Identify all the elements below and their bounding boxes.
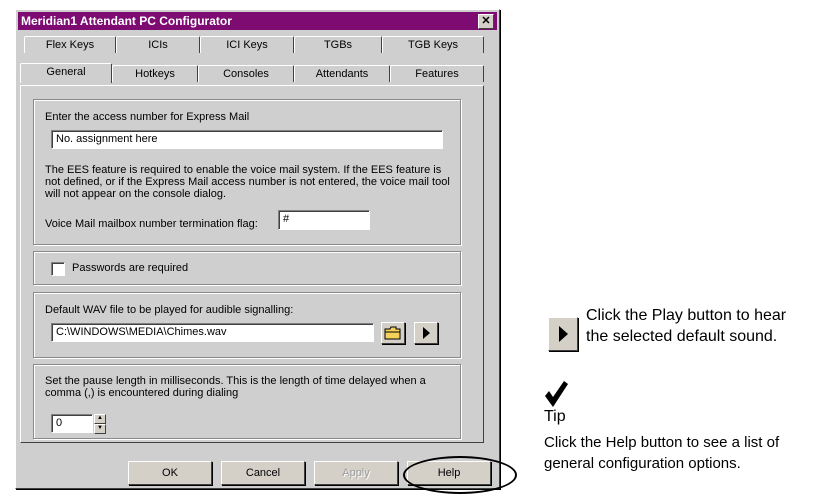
passwords-checkbox[interactable]: [51, 262, 65, 276]
tab-label: Hotkeys: [135, 68, 175, 80]
tab-tgbs[interactable]: TGBs: [294, 36, 382, 53]
play-instruction-line-1: Click the Play button to hear: [586, 307, 787, 324]
spin-up-icon: ▲: [97, 415, 103, 421]
tab-label: ICIs: [148, 39, 168, 51]
tab-label: TGBs: [323, 39, 353, 51]
title-bar: Meridian1 Attendant PC Configurator ✕: [18, 12, 497, 30]
play-button[interactable]: [414, 322, 438, 344]
tab-ici-keys[interactable]: ICI Keys: [200, 36, 294, 53]
help-instruction: Click the Help button to see a list of g…: [544, 432, 779, 474]
wav-label: Default WAV file to be played for audibl…: [45, 304, 294, 316]
express-mail-label: Enter the access number for Express Mail: [45, 111, 250, 123]
play-instruction: Click the Play button to hear the select…: [586, 305, 786, 347]
passwords-label: Passwords are required: [72, 262, 189, 274]
ees-note: The EES feature is required to enable th…: [45, 164, 450, 200]
tab-attendants[interactable]: Attendants: [294, 65, 390, 82]
tab-label: TGB Keys: [407, 39, 459, 51]
close-button[interactable]: ✕: [478, 14, 494, 29]
pause-spin-up[interactable]: ▲: [94, 414, 106, 424]
termination-flag-input[interactable]: #: [278, 210, 370, 230]
cancel-button[interactable]: Cancel: [221, 461, 305, 485]
dialog-title: Meridian1 Attendant PC Configurator: [21, 14, 232, 28]
tip-label: Tip: [544, 408, 566, 425]
tab-icis[interactable]: ICIs: [116, 36, 200, 53]
help-instruction-line-2: general configuration options.: [544, 455, 741, 472]
checkmark-icon: [545, 381, 568, 407]
help-instruction-line-1: Click the Help button to see a list of: [544, 434, 780, 451]
tab-label: Attendants: [315, 68, 369, 80]
pause-length-input[interactable]: 0: [51, 414, 93, 433]
wav-file-input[interactable]: C:\WINDOWS\MEDIA\Chimes.wav: [51, 323, 374, 342]
play-icon: [423, 327, 430, 339]
close-icon: ✕: [481, 15, 491, 27]
apply-button[interactable]: Apply: [314, 461, 398, 485]
tab-label: General: [46, 66, 86, 78]
tab-general[interactable]: General: [20, 63, 112, 83]
play-instruction-line-2: the selected default sound.: [586, 328, 778, 345]
termination-flag-label: Voice Mail mailbox number termination fl…: [45, 218, 258, 230]
pause-spin-down[interactable]: ▼: [94, 424, 106, 434]
browse-button[interactable]: [381, 322, 405, 344]
play-icon: [559, 326, 568, 342]
play-button-illustration: [548, 317, 578, 351]
ok-button[interactable]: OK: [128, 461, 212, 485]
spin-down-icon: ▼: [97, 425, 103, 431]
express-mail-input[interactable]: No. assignment here: [51, 130, 443, 149]
help-highlight-ellipse: [403, 456, 517, 494]
tab-hotkeys[interactable]: Hotkeys: [112, 65, 198, 82]
tab-features[interactable]: Features: [390, 65, 484, 82]
folder-icon: [384, 326, 401, 340]
tab-label: Flex Keys: [45, 39, 95, 51]
tab-label: ICI Keys: [226, 39, 268, 51]
pause-label: Set the pause length in milliseconds. Th…: [45, 375, 426, 399]
tab-tgb-keys[interactable]: TGB Keys: [382, 36, 484, 53]
tab-label: Features: [415, 68, 459, 80]
tab-flex-keys[interactable]: Flex Keys: [24, 36, 116, 53]
tab-label: Consoles: [223, 68, 269, 80]
tab-consoles[interactable]: Consoles: [198, 65, 294, 82]
